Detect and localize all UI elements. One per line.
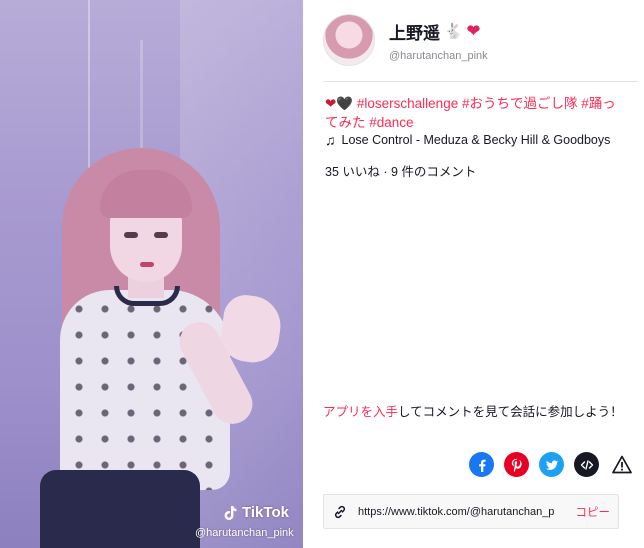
video-description: ❤🖤 #loserschallenge #おうちで過ごし隊 #踊ってみた #da… <box>325 94 625 132</box>
watermark-username: @harutanchan_pink <box>195 527 294 539</box>
hashtag-link[interactable]: #loserschallenge <box>357 96 458 111</box>
heart-icon: ❤ <box>466 23 481 40</box>
rabbit-icon: 🐇 <box>444 23 463 40</box>
author-text: 上野遥 🐇 ❤ @harutanchan_pink <box>389 19 488 62</box>
report-icon <box>611 455 632 473</box>
tiktok-logo-icon <box>224 505 237 520</box>
music-title: Lose Control - Meduza & Becky Hill & Goo… <box>341 133 611 147</box>
hashtag-link[interactable]: #dance <box>369 115 413 130</box>
divider <box>323 81 638 82</box>
video-player[interactable]: TikTok @harutanchan_pink <box>0 0 303 548</box>
cta-text: してコメントを見て会話に参加しよう！ <box>398 405 623 419</box>
twitter-icon <box>545 459 558 470</box>
dancer-eye <box>124 232 138 238</box>
red-heart-icon: ❤ <box>325 96 337 111</box>
author-display-name[interactable]: 上野遥 🐇 ❤ <box>389 19 488 44</box>
twitter-share-button[interactable] <box>539 452 564 477</box>
facebook-icon <box>478 459 486 472</box>
tiktok-watermark: TikTok <box>222 504 289 521</box>
author-header[interactable]: 上野遥 🐇 ❤ @harutanchan_pink <box>323 14 488 66</box>
dancer-eye <box>154 232 168 238</box>
black-heart-icon: 🖤 <box>336 96 354 111</box>
embed-share-button[interactable] <box>574 452 599 477</box>
avatar[interactable] <box>323 14 375 66</box>
author-username[interactable]: @harutanchan_pink <box>389 50 488 62</box>
pinterest-share-button[interactable] <box>504 452 529 477</box>
info-panel: 上野遥 🐇 ❤ @harutanchan_pink ❤🖤 #loserschal… <box>303 0 644 548</box>
copy-link-box: https://www.tiktok.com/@harutanchan_p コピ… <box>323 494 619 529</box>
comment-cta: アプリを入手してコメントを見て会話に参加しよう！ <box>323 401 623 420</box>
engagement-stats: 35 いいね · 9 件のコメント <box>325 165 477 179</box>
tiktok-watermark-text: TikTok <box>242 504 289 521</box>
get-app-link[interactable]: アプリを入手 <box>323 405 398 419</box>
dancer-lips <box>140 262 154 267</box>
facebook-share-button[interactable] <box>469 452 494 477</box>
hashtag-link[interactable]: #おうちで過ごし隊 <box>462 96 578 111</box>
music-link[interactable]: ♫ Lose Control - Meduza & Becky Hill & G… <box>325 132 610 148</box>
link-icon <box>335 505 345 518</box>
pinterest-icon <box>511 458 522 472</box>
share-url[interactable]: https://www.tiktok.com/@harutanchan_p <box>358 506 570 518</box>
music-note-icon: ♫ <box>325 132 336 148</box>
report-button[interactable] <box>609 452 634 477</box>
share-buttons <box>469 452 634 477</box>
embed-icon <box>580 459 593 470</box>
author-name-text: 上野遥 <box>389 23 440 43</box>
dancer-skirt <box>40 470 200 548</box>
copy-link-button[interactable]: コピー <box>576 504 611 520</box>
